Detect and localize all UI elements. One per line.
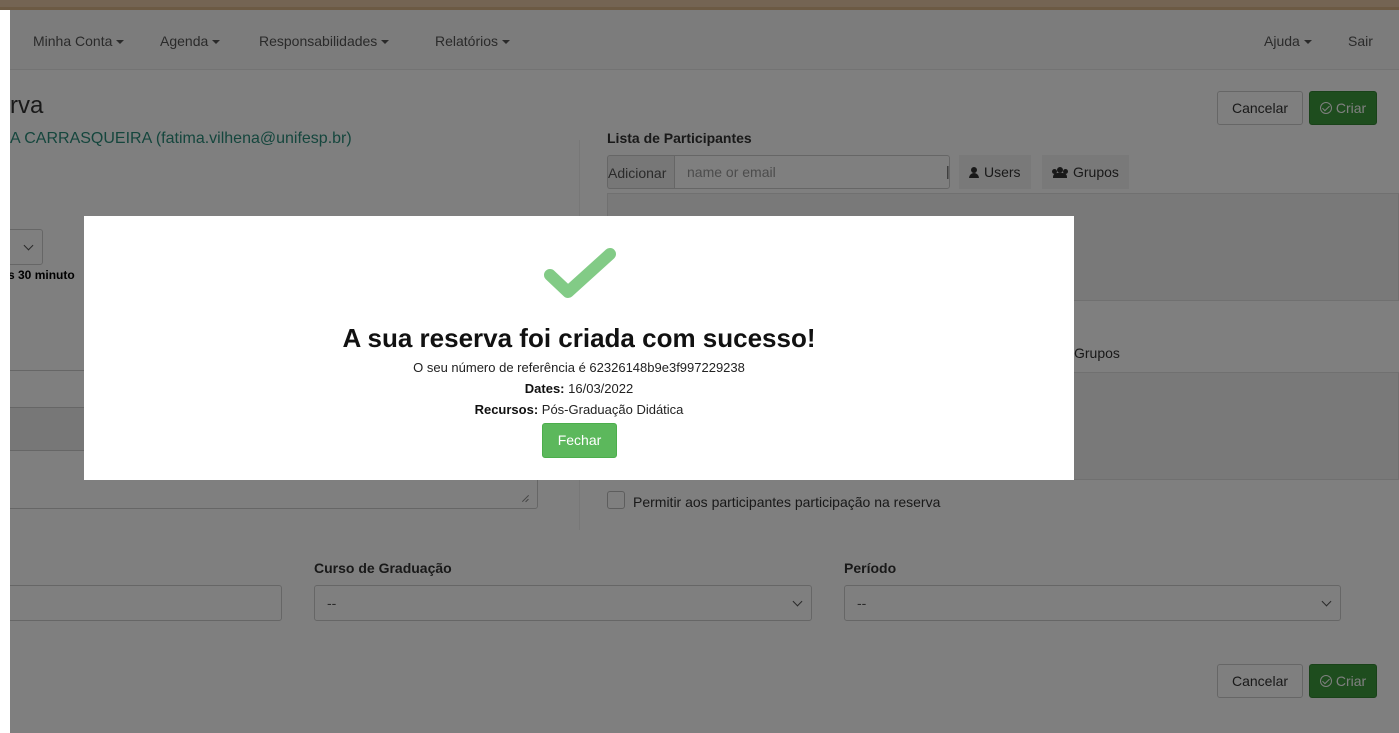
close-modal-button[interactable]: Fechar <box>542 423 617 458</box>
resources-line: Recursos: Pós-Graduação Didática <box>474 402 684 417</box>
reference-number: O seu número de referência é 62326148b9e… <box>413 360 745 375</box>
modal-title: A sua reserva foi criada com sucesso! <box>342 323 816 353</box>
success-check-icon <box>544 248 616 298</box>
dates-line: Dates: 16/03/2022 <box>524 381 634 396</box>
left-edge <box>0 10 10 733</box>
